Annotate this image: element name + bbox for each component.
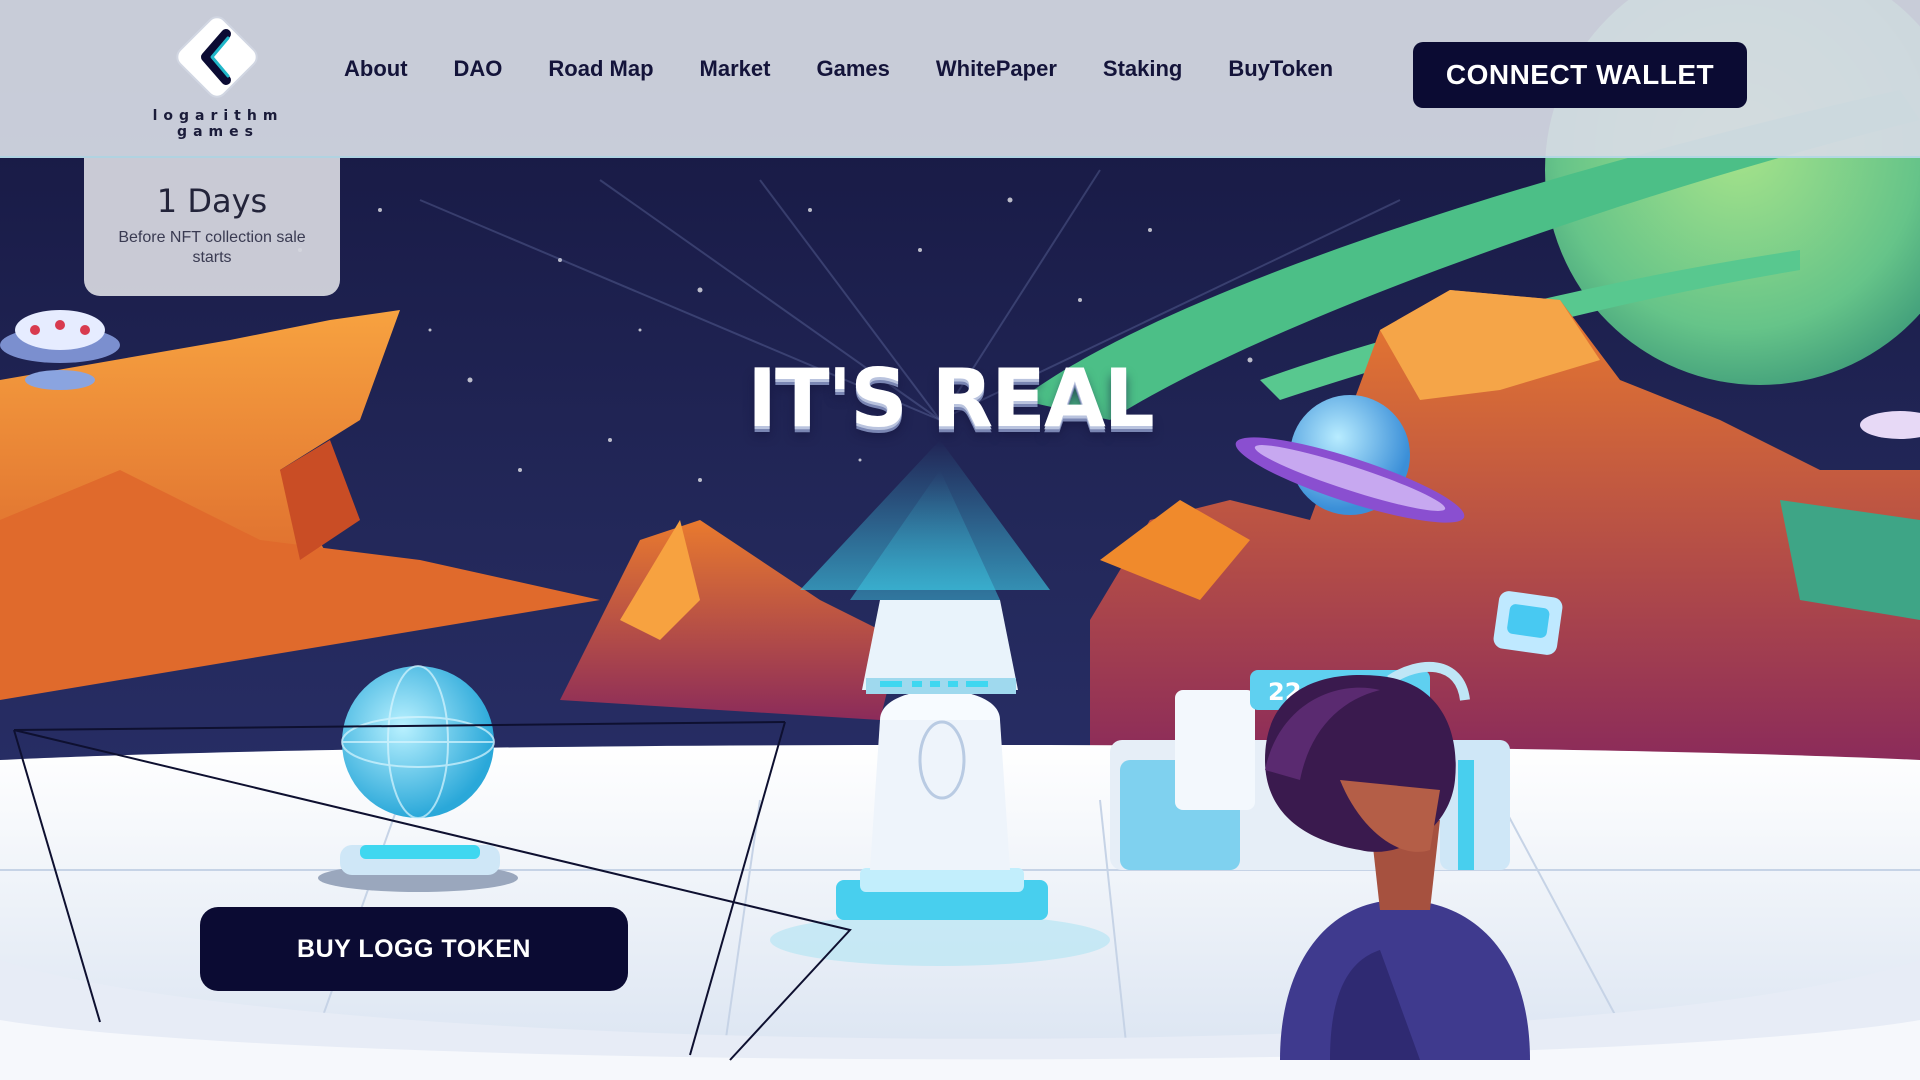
countdown-card: 1 Days Before NFT collection sale starts (84, 158, 340, 296)
countdown-description: Before NFT collection sale starts (118, 229, 306, 266)
nav-market[interactable]: Market (700, 56, 771, 82)
nav-road-map[interactable]: Road Map (548, 56, 653, 82)
main-nav: About DAO Road Map Market Games WhitePap… (344, 56, 1379, 82)
site-header: logarithm games About DAO Road Map Marke… (0, 0, 1920, 158)
buy-logg-token-button[interactable]: BUY LOGG TOKEN (200, 907, 628, 991)
nav-dao[interactable]: DAO (454, 56, 503, 82)
logo-line-1: logarithm (152, 108, 284, 124)
hero-headline: IT'S REAL (747, 352, 1154, 445)
logo-line-2: games (177, 124, 259, 140)
nav-about[interactable]: About (344, 56, 408, 82)
nav-whitepaper[interactable]: WhitePaper (936, 56, 1057, 82)
logo[interactable]: logarithm games (150, 8, 286, 142)
nav-buytoken[interactable]: BuyToken (1228, 56, 1333, 82)
nav-staking[interactable]: Staking (1103, 56, 1182, 82)
logo-text: logarithm games (150, 108, 286, 140)
countdown-value: 1 Days (156, 182, 268, 220)
logo-icon (176, 16, 258, 98)
connect-wallet-button[interactable]: CONNECT WALLET (1413, 42, 1747, 108)
nav-games[interactable]: Games (816, 56, 889, 82)
